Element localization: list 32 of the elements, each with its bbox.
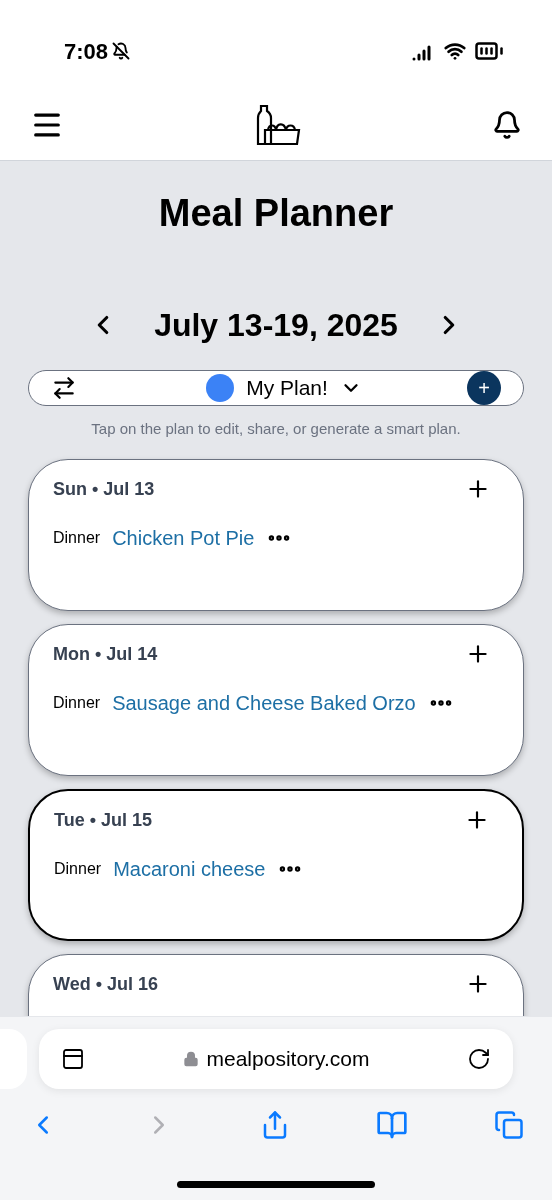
bookmarks-icon[interactable] [376, 1109, 408, 1141]
grocery-basket-icon [255, 104, 301, 146]
day-card[interactable]: Wed • Jul 16 [28, 953, 524, 1016]
address-bar[interactable]: mealpository.com [39, 1029, 513, 1089]
tabs-icon[interactable] [494, 1110, 524, 1140]
add-plan-button[interactable]: + [467, 371, 501, 405]
wifi-icon [444, 40, 466, 62]
meal-type: Dinner [54, 858, 102, 879]
reload-icon[interactable] [467, 1047, 491, 1071]
day-label: Tue • Jul 15 [54, 808, 152, 832]
meal-link[interactable]: Sausage and Cheese Baked Orzo [112, 687, 416, 718]
meal-type: Dinner [53, 692, 101, 713]
page-title: Meal Planner [157, 191, 395, 236]
meal-link[interactable]: Chicken Pot Pie [112, 522, 255, 553]
day-label: Mon • Jul 14 [53, 642, 158, 666]
reader-icon[interactable] [61, 1047, 85, 1071]
status-time: 7:08 [64, 37, 109, 66]
day-card[interactable]: Mon • Jul 14 Dinner Sausage and Cheese Baked Orzo [28, 623, 524, 776]
week-label: July 13-19, 2025 [154, 306, 398, 345]
url-text: mealpository.com [206, 1046, 370, 1073]
day-label: Wed • Jul 16 [53, 972, 158, 996]
hint-text: Tap on the plan to edit, share, or generate a smart plan. [90, 419, 462, 439]
meal-type: Dinner [53, 527, 101, 548]
switch-icon[interactable] [51, 375, 77, 401]
plan-name: My Plan! [246, 375, 328, 402]
lock-icon [182, 1051, 199, 1067]
notifications-icon[interactable] [492, 110, 522, 140]
day-card[interactable]: Sun • Jul 13 Dinner Chicken Pot Pie [28, 458, 524, 611]
day-label: Sun • Jul 13 [53, 477, 155, 501]
meal-link[interactable]: Macaroni cheese [113, 853, 266, 884]
day-card[interactable]: Tue • Jul 15 Dinner Macaroni cheese [28, 788, 524, 941]
plan-selector[interactable]: My Plan! + [28, 370, 524, 406]
